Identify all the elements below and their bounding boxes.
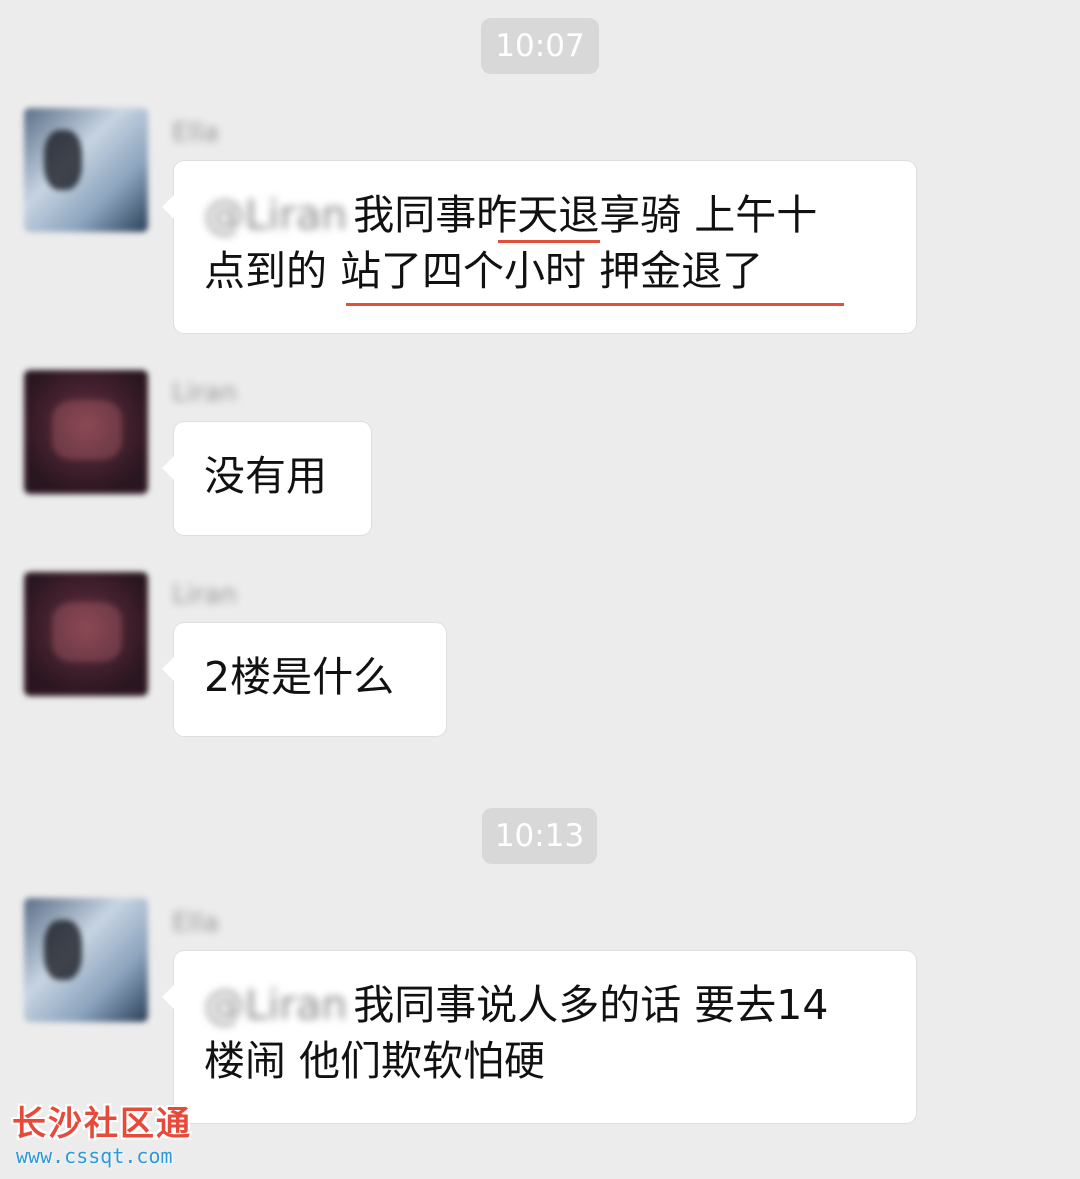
avatar[interactable]: [24, 898, 148, 1022]
message-text: 没有用: [204, 452, 327, 500]
message-line: 点到的 站了四个小时 押金退了: [204, 247, 764, 295]
sender-name: Liran: [172, 378, 237, 408]
sender-name: Ella: [172, 908, 219, 938]
message-bubble[interactable]: 没有用: [162, 422, 371, 535]
message-bubble[interactable]: @Liran 我同事昨天退享骑 上午十 点到的 站了四个小时 押金退了: [162, 161, 916, 333]
mention[interactable]: @Liran: [204, 977, 347, 1033]
message-line: @Liran 我同事说人多的话 要去14: [204, 977, 886, 1033]
highlight-underline: [498, 240, 600, 243]
timestamp: 10:07: [481, 18, 599, 74]
message-line: 楼闹 他们欺软怕硬: [204, 1037, 546, 1085]
watermark-logo: 长沙社区通: [12, 1104, 192, 1144]
avatar[interactable]: [24, 108, 148, 232]
message-text: 2楼是什么: [204, 653, 395, 701]
sender-name: Liran: [172, 580, 237, 610]
message-bubble[interactable]: 2楼是什么: [162, 623, 446, 736]
mention[interactable]: @Liran: [204, 187, 347, 243]
message-line: @Liran 我同事昨天退享骑 上午十: [204, 187, 886, 243]
sender-name: Ella: [172, 118, 219, 148]
message-bubble[interactable]: @Liran 我同事说人多的话 要去14 楼闹 他们欺软怕硬: [162, 951, 916, 1123]
watermark-url: www.cssqt.com: [16, 1144, 173, 1168]
timestamp: 10:13: [482, 808, 597, 864]
watermark: 长沙社区通 www.cssqt.com: [12, 1104, 192, 1168]
avatar[interactable]: [24, 572, 148, 696]
highlight-underline: [346, 303, 844, 306]
avatar[interactable]: [24, 370, 148, 494]
